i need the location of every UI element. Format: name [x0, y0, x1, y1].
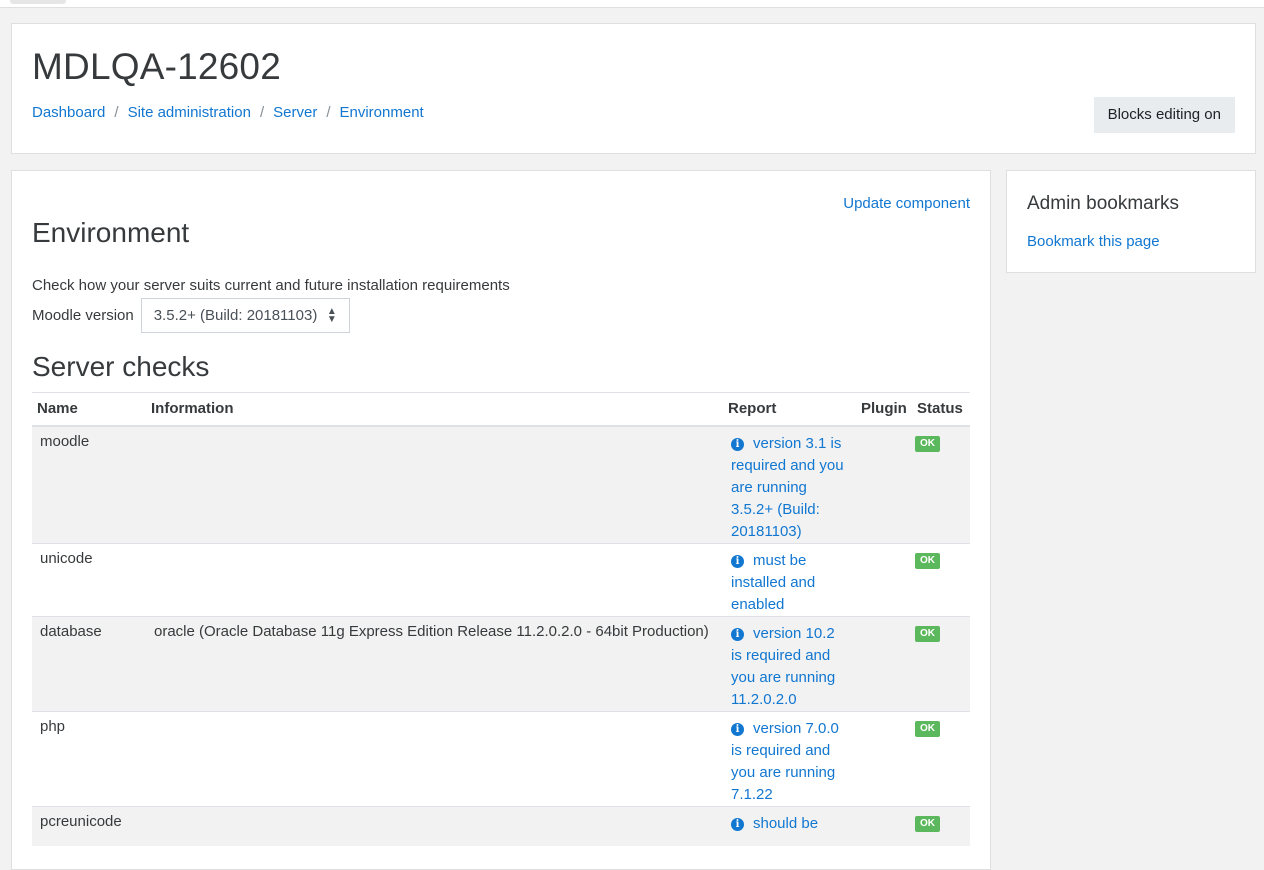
- table-row: unicode i must be installed and enabled O…: [32, 542, 970, 616]
- main-content: Update component Environment Check how y…: [11, 170, 991, 870]
- page-header: MDLQA-12602 Dashboard / Site administrat…: [11, 23, 1256, 154]
- report-link[interactable]: you are running: [731, 667, 848, 689]
- check-information: [146, 805, 723, 846]
- check-plugin: [856, 615, 912, 711]
- report-link[interactable]: 11.2.0.2.0: [731, 689, 848, 711]
- info-icon: i: [731, 627, 744, 641]
- version-label: Moodle version: [32, 307, 134, 324]
- check-status: OK: [912, 425, 970, 543]
- check-name: moodle: [32, 425, 146, 543]
- check-status: OK: [912, 542, 970, 616]
- report-link[interactable]: i version 10.2: [731, 623, 848, 645]
- moodle-version-select[interactable]: 3.5.2+ (Build: 20181103) ▲ ▼: [140, 298, 350, 333]
- breadcrumb-server[interactable]: Server: [273, 104, 317, 121]
- check-name: unicode: [32, 542, 146, 616]
- check-plugin: [856, 710, 912, 806]
- navbar-tab[interactable]: [10, 0, 66, 4]
- check-information: [146, 710, 723, 806]
- report-link[interactable]: i version 3.1 is: [731, 433, 848, 455]
- breadcrumb-dashboard[interactable]: Dashboard: [32, 104, 105, 121]
- breadcrumb-separator: /: [326, 104, 331, 121]
- check-report: i must be installed and enabled: [723, 542, 856, 616]
- server-checks-heading: Server checks: [32, 351, 210, 382]
- select-caret-icon: ▲ ▼: [326, 305, 337, 325]
- report-link[interactable]: 20181103): [731, 521, 848, 543]
- table-row: php i version 7.0.0 is required and you a…: [32, 710, 970, 806]
- table-header-row: Name Information Report Plugin Status: [32, 392, 970, 427]
- check-plugin: [856, 542, 912, 616]
- admin-bookmarks-block: Admin bookmarks Bookmark this page: [1006, 170, 1256, 273]
- info-icon: i: [731, 722, 744, 736]
- column-header-name: Name: [32, 392, 146, 427]
- report-link[interactable]: i must be: [731, 550, 848, 572]
- check-status: OK: [912, 615, 970, 711]
- report-link[interactable]: installed and: [731, 572, 848, 594]
- check-information: [146, 425, 723, 543]
- blocks-editing-button[interactable]: Blocks editing on: [1093, 97, 1235, 133]
- check-report: i version 3.1 is required and you are run…: [723, 425, 856, 543]
- environment-heading: Environment: [32, 217, 190, 248]
- breadcrumb-separator: /: [259, 104, 265, 121]
- version-row: Moodle version 3.5.2+ (Build: 20181103) …: [32, 298, 350, 333]
- report-link[interactable]: are running: [731, 477, 848, 499]
- column-header-report: Report: [723, 392, 856, 427]
- top-navbar: [0, 0, 1264, 8]
- column-header-information: Information: [146, 392, 723, 427]
- info-icon: i: [731, 437, 744, 451]
- check-information: oracle (Oracle Database 11g Express Edit…: [146, 615, 723, 711]
- report-link[interactable]: 7.1.22: [731, 784, 848, 806]
- table-row: moodle i version 3.1 is required and you …: [32, 425, 970, 543]
- update-component-link[interactable]: Update component: [843, 195, 970, 212]
- breadcrumb: Dashboard / Site administration / Server…: [32, 104, 424, 121]
- report-link[interactable]: enabled: [731, 594, 848, 616]
- breadcrumb-separator: /: [114, 104, 119, 121]
- column-header-status: Status: [912, 392, 970, 427]
- report-link[interactable]: i version 7.0.0: [731, 718, 848, 740]
- check-status: OK: [912, 710, 970, 806]
- table-row: database oracle (Oracle Database 11g Exp…: [32, 615, 970, 711]
- report-link[interactable]: 3.5.2+ (Build:: [731, 499, 848, 521]
- table-row: pcreunicode i should be OK: [32, 805, 970, 846]
- environment-description: Check how your server suits current and …: [32, 277, 510, 294]
- check-report: i should be: [723, 805, 856, 846]
- report-link[interactable]: is required and: [731, 740, 848, 762]
- status-badge: OK: [915, 625, 940, 642]
- status-badge: OK: [915, 552, 940, 569]
- check-name: database: [32, 615, 146, 711]
- report-link[interactable]: is required and: [731, 645, 848, 667]
- check-plugin: [856, 805, 912, 846]
- report-link[interactable]: i should be: [731, 813, 848, 835]
- moodle-version-value: 3.5.2+ (Build: 20181103): [153, 307, 318, 324]
- status-badge: OK: [915, 435, 940, 452]
- admin-bookmarks-title: Admin bookmarks: [1027, 193, 1180, 214]
- status-badge: OK: [915, 815, 940, 832]
- page-title: MDLQA-12602: [32, 46, 281, 87]
- breadcrumb-site-administration[interactable]: Site administration: [128, 104, 251, 121]
- check-report: i version 7.0.0 is required and you are r…: [723, 710, 856, 806]
- check-name: pcreunicode: [32, 805, 146, 846]
- server-checks-table: Name Information Report Plugin Status mo…: [32, 392, 970, 846]
- check-report: i version 10.2 is required and you are ru…: [723, 615, 856, 711]
- report-link[interactable]: you are running: [731, 762, 848, 784]
- report-link[interactable]: required and you: [731, 455, 848, 477]
- bookmark-this-page-link[interactable]: Bookmark this page: [1027, 233, 1160, 250]
- info-icon: i: [731, 554, 744, 568]
- check-plugin: [856, 425, 912, 543]
- column-header-plugin: Plugin: [856, 392, 912, 427]
- info-icon: i: [731, 817, 744, 831]
- check-status: OK: [912, 805, 970, 846]
- check-name: php: [32, 710, 146, 806]
- breadcrumb-environment[interactable]: Environment: [340, 104, 424, 121]
- check-information: [146, 542, 723, 616]
- status-badge: OK: [915, 720, 940, 737]
